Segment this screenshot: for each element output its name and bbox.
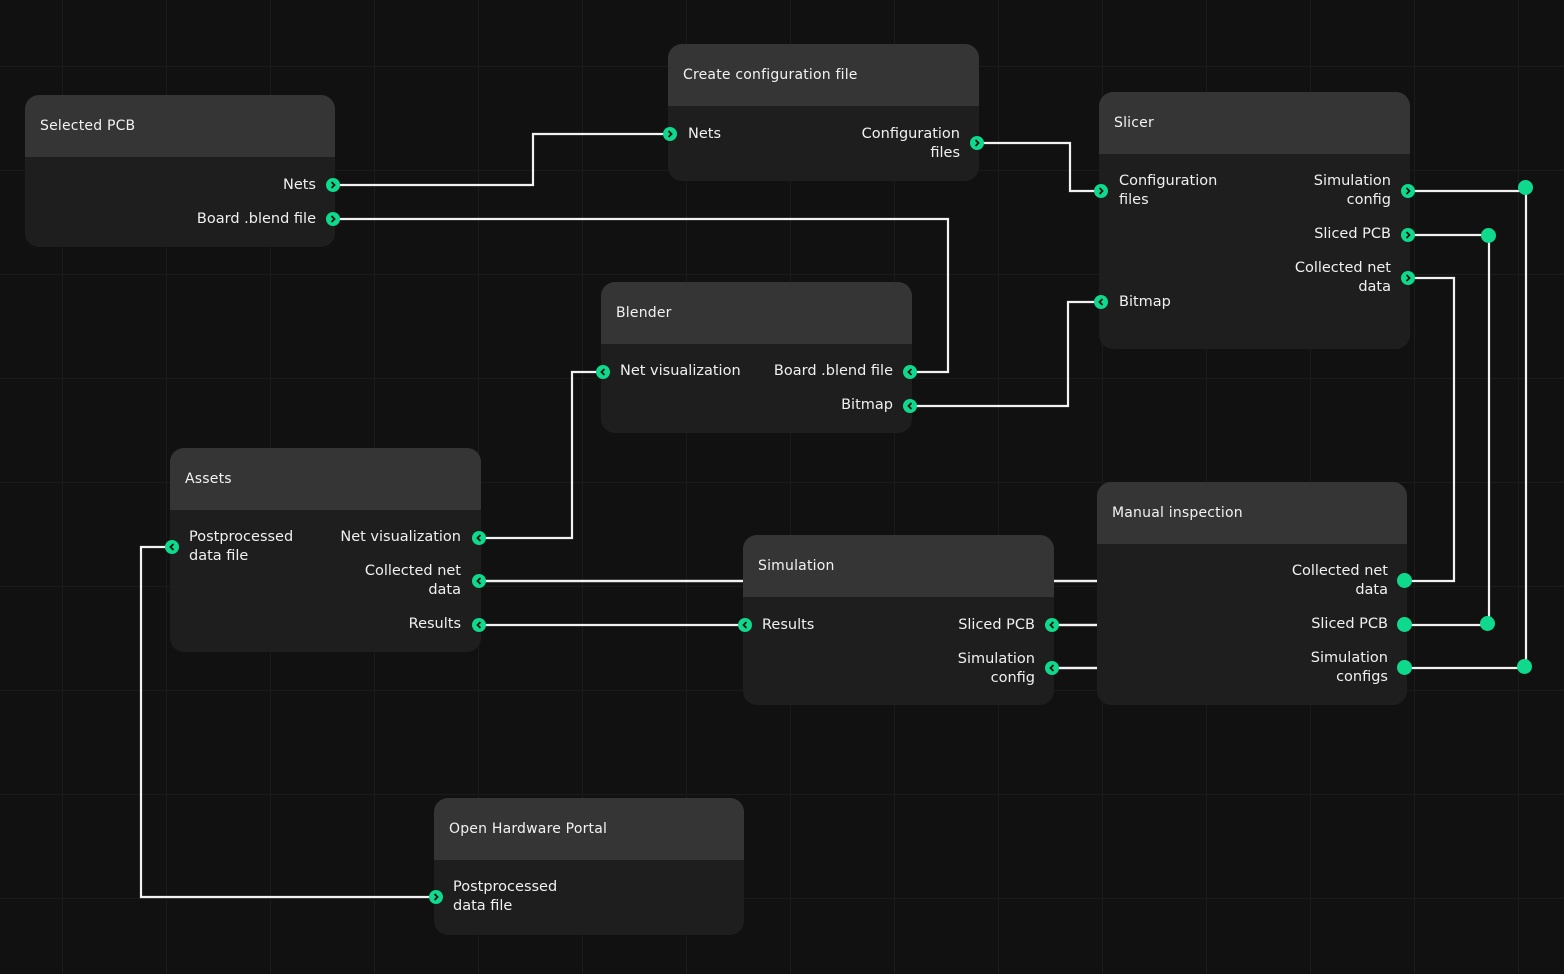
port-inspection-slicedpcb[interactable]: [1397, 617, 1412, 632]
chevron-right-icon: [330, 215, 336, 223]
chevron-left-icon: [907, 368, 913, 376]
output-label-sliced-pcb: Sliced PCB: [958, 617, 1035, 633]
chevron-right-icon: [433, 893, 439, 901]
output-label-net-visualization: Net visualization: [340, 529, 461, 545]
chevron-right-icon: [1405, 187, 1411, 195]
chevron-right-icon: [330, 181, 336, 189]
chevron-right-icon: [667, 130, 673, 138]
port-slicer-collected-out[interactable]: [1401, 271, 1415, 285]
node-header[interactable]: Simulation: [743, 535, 1054, 597]
node-header[interactable]: Selected PCB: [25, 95, 335, 157]
input-label-net-visualization: Net visualization: [620, 363, 741, 379]
port-inspection-collected[interactable]: [1397, 573, 1412, 588]
port-slicer-slicedpcb-out[interactable]: [1401, 228, 1415, 242]
node-header[interactable]: Manual inspection: [1097, 482, 1407, 544]
node-selected-pcb[interactable]: Selected PCB Nets Board .blend file: [25, 95, 335, 247]
port-assets-collected[interactable]: [472, 574, 486, 588]
chevron-left-icon: [476, 577, 482, 585]
chevron-left-icon: [169, 543, 175, 551]
port-blender-bitmap[interactable]: [903, 399, 917, 413]
output-label-collected-net-data: Collected net data: [364, 563, 461, 598]
port-portal-postprocessed-in[interactable]: [429, 890, 443, 904]
output-label-collected-net-data: Collected net data: [1291, 563, 1388, 598]
chevron-left-icon: [1098, 298, 1104, 306]
node-title: Open Hardware Portal: [449, 821, 608, 837]
junction-slicedpcb-top[interactable]: [1481, 228, 1496, 243]
port-simulation-slicedpcb[interactable]: [1045, 618, 1059, 632]
node-header[interactable]: Slicer: [1099, 92, 1410, 154]
output-label-sliced-pcb: Sliced PCB: [1311, 616, 1388, 632]
chevron-left-icon: [600, 368, 606, 376]
chevron-right-icon: [974, 139, 980, 147]
port-selected-pcb-board-blend[interactable]: [326, 212, 340, 226]
input-label-bitmap: Bitmap: [1119, 294, 1171, 310]
port-slicer-bitmap-in[interactable]: [1094, 295, 1108, 309]
node-manual-inspection[interactable]: Manual inspection Collected net data Sli…: [1097, 482, 1407, 705]
input-label-postprocessed-data: Postprocessed data file: [453, 879, 558, 914]
node-title: Create configuration file: [683, 67, 858, 83]
port-blender-board-blend[interactable]: [903, 365, 917, 379]
port-assets-results[interactable]: [472, 618, 486, 632]
port-config-nets-in[interactable]: [663, 127, 677, 141]
chevron-left-icon: [907, 402, 913, 410]
node-slicer[interactable]: Slicer Configuration files Bitmap Simula…: [1099, 92, 1410, 349]
output-label-simulation-config: Simulation config: [957, 651, 1035, 686]
output-label-sliced-pcb: Sliced PCB: [1314, 226, 1391, 242]
input-label-postprocessed-data: Postprocessed data file: [189, 529, 294, 564]
output-label-board-blend: Board .blend file: [773, 363, 893, 379]
chevron-right-icon: [1405, 274, 1411, 282]
port-assets-netvis[interactable]: [472, 531, 486, 545]
node-simulation[interactable]: Simulation Results Sliced PCB Simulation…: [743, 535, 1054, 705]
node-title: Assets: [185, 471, 232, 487]
node-blender[interactable]: Blender Net visualization Board .blend f…: [601, 282, 912, 433]
port-inspection-simconfigs[interactable]: [1397, 660, 1412, 675]
node-open-hardware-portal[interactable]: Open Hardware Portal Postprocessed data …: [434, 798, 744, 935]
port-simulation-results[interactable]: [738, 618, 752, 632]
junction-simconfig-top[interactable]: [1518, 180, 1533, 195]
node-header[interactable]: Create configuration file: [668, 44, 979, 106]
junction-simconfig-bottom[interactable]: [1517, 659, 1532, 674]
output-label-simulation-config: Simulation config: [1313, 173, 1391, 208]
port-slicer-simconfig-out[interactable]: [1401, 184, 1415, 198]
node-header[interactable]: Blender: [601, 282, 912, 344]
port-simulation-config[interactable]: [1045, 661, 1059, 675]
node-assets[interactable]: Assets Postprocessed data file Net visua…: [170, 448, 481, 652]
node-title: Simulation: [758, 558, 835, 574]
chevron-right-icon: [1098, 187, 1104, 195]
output-label-configuration-files: Configuration files: [861, 126, 960, 161]
node-title: Selected PCB: [40, 118, 136, 134]
output-label-simulation-configs: Simulation configs: [1310, 650, 1388, 685]
port-config-files-out[interactable]: [970, 136, 984, 150]
node-title: Manual inspection: [1112, 505, 1243, 521]
output-label-collected-net-data: Collected net data: [1294, 260, 1391, 295]
chevron-left-icon: [476, 621, 482, 629]
input-label-nets: Nets: [688, 126, 722, 142]
input-label-configuration-files: Configuration files: [1119, 173, 1218, 208]
output-label-board-blend: Board .blend file: [196, 211, 316, 227]
chevron-left-icon: [1049, 621, 1055, 629]
node-title: Slicer: [1114, 115, 1154, 131]
chevron-left-icon: [1049, 664, 1055, 672]
input-label-results: Results: [762, 617, 815, 633]
port-blender-netvis[interactable]: [596, 365, 610, 379]
node-title: Blender: [616, 305, 672, 321]
node-header[interactable]: Assets: [170, 448, 481, 510]
output-label-results: Results: [408, 616, 461, 632]
port-assets-postprocessed[interactable]: [165, 540, 179, 554]
node-create-configuration-file[interactable]: Create configuration file Nets Configura…: [668, 44, 979, 181]
chevron-left-icon: [742, 621, 748, 629]
port-slicer-config-in[interactable]: [1094, 184, 1108, 198]
chevron-left-icon: [476, 534, 482, 542]
port-selected-pcb-nets[interactable]: [326, 178, 340, 192]
node-header[interactable]: Open Hardware Portal: [434, 798, 744, 860]
chevron-right-icon: [1405, 231, 1411, 239]
output-label-bitmap: Bitmap: [841, 397, 893, 413]
output-label-nets: Nets: [282, 177, 316, 193]
junction-slicedpcb-bottom[interactable]: [1480, 616, 1495, 631]
